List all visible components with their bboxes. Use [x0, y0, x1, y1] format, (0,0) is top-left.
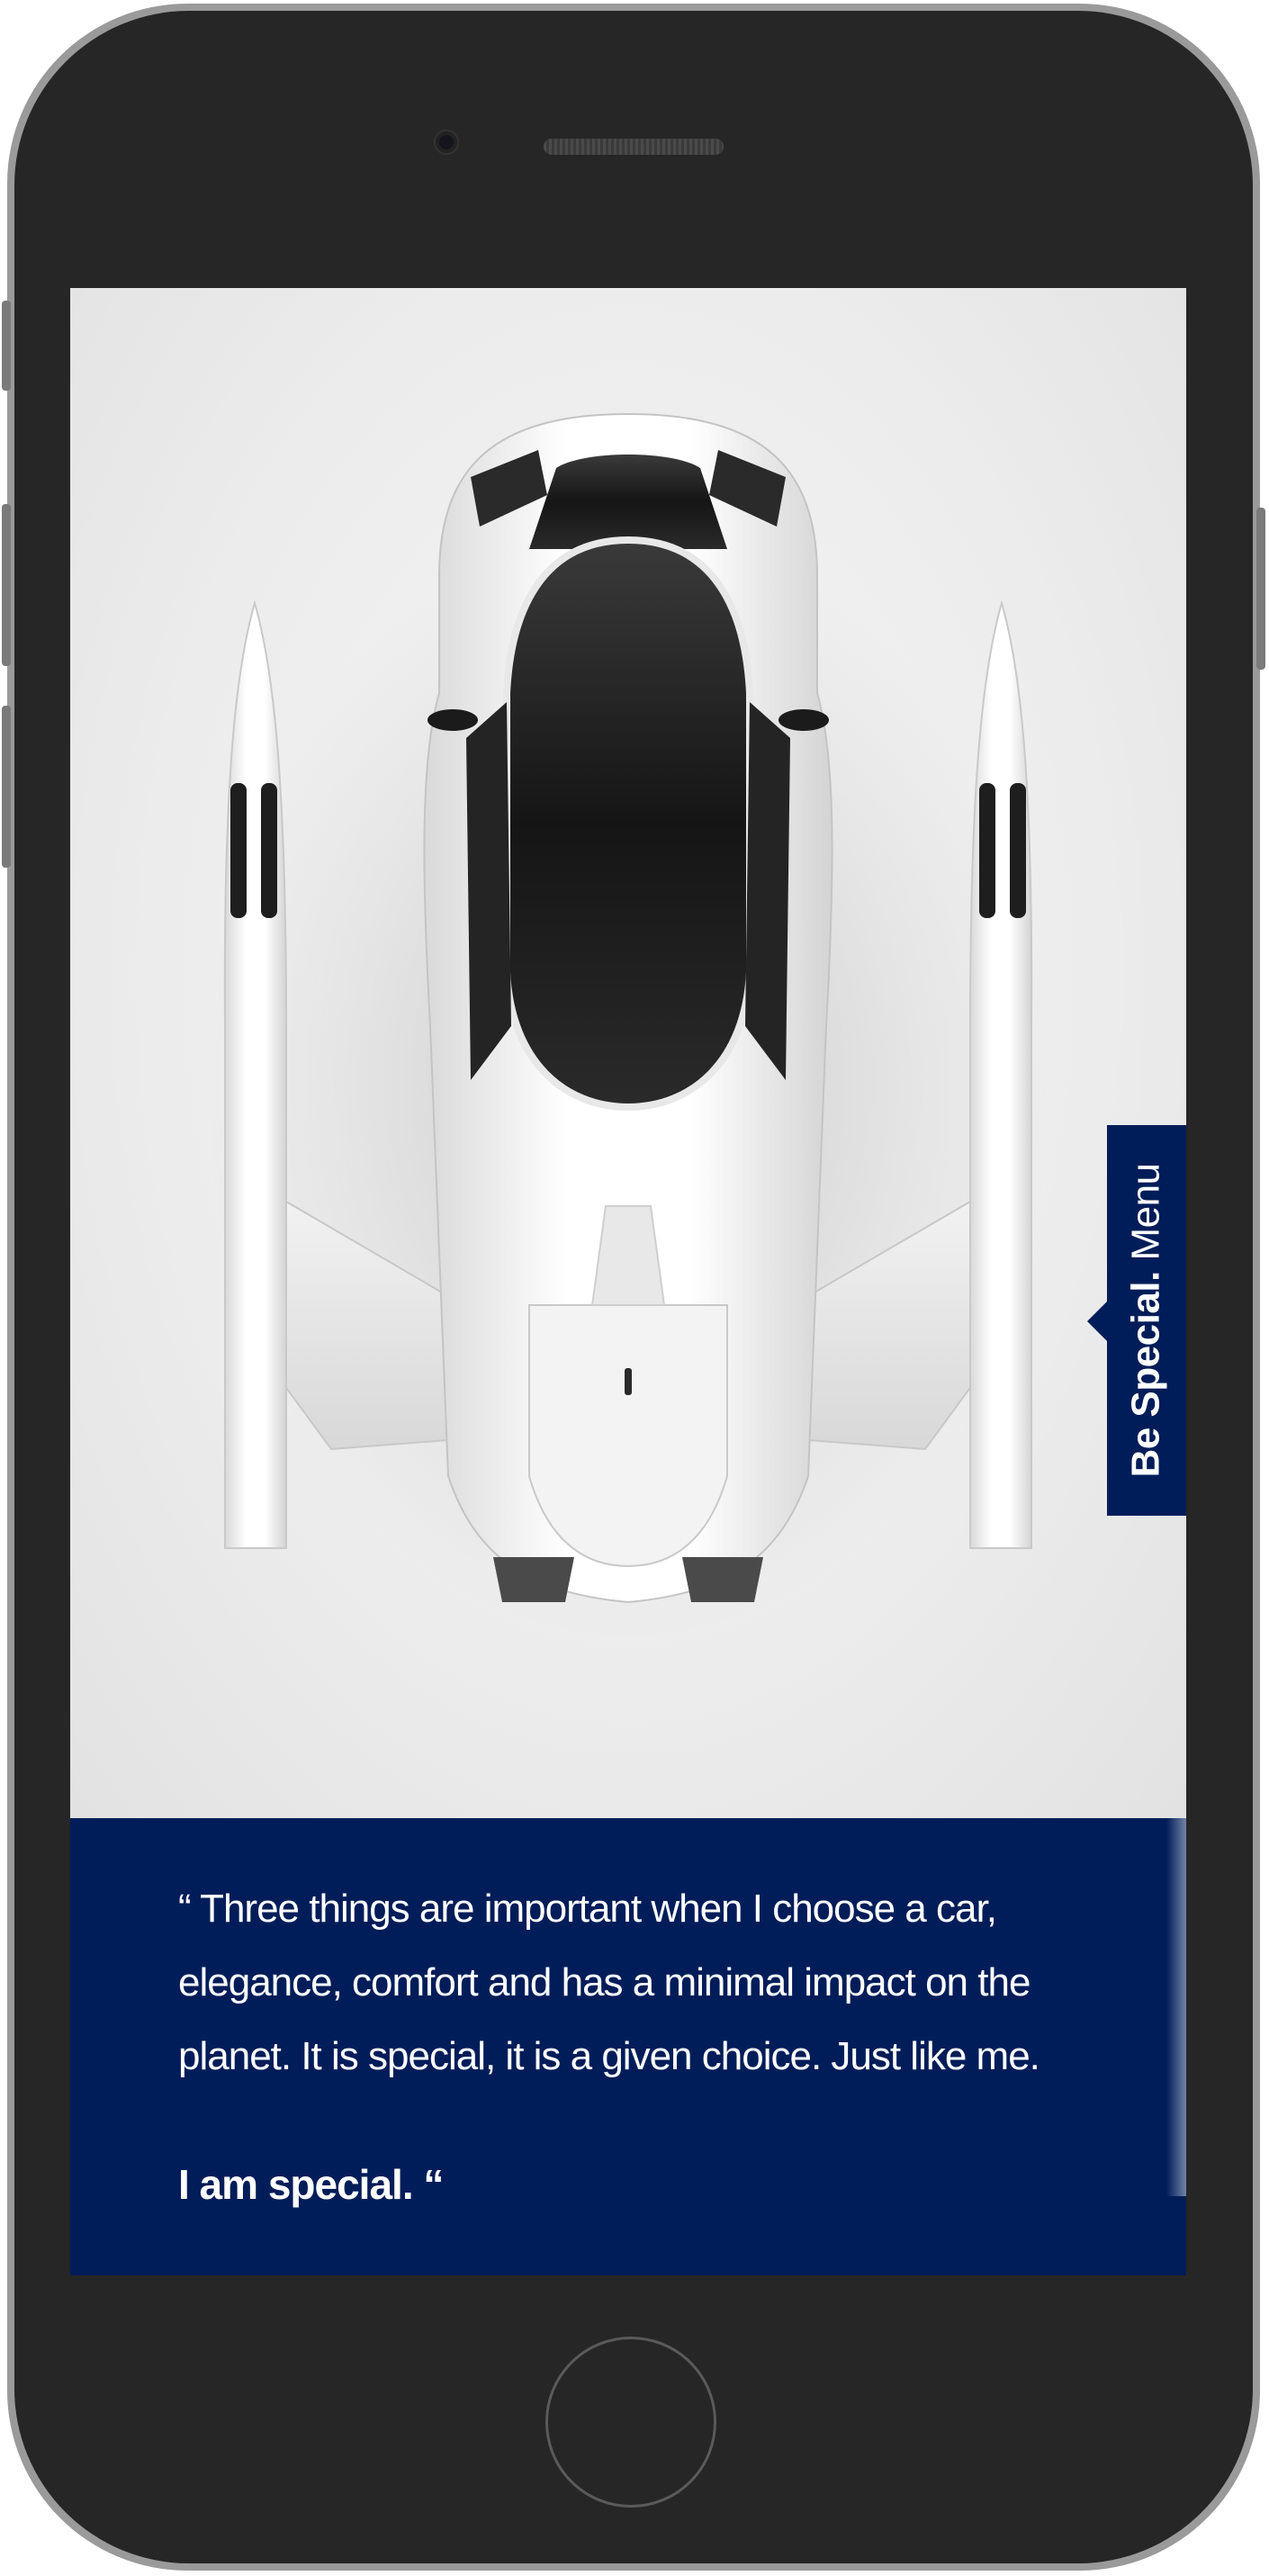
menu-label: Menu	[1124, 1163, 1168, 1261]
flying-car-illustration	[205, 412, 1051, 1638]
quote-text: “ Three things are important when I choo…	[178, 1887, 1040, 2078]
menu-tab-label[interactable]: Be Special. Menu	[1124, 1163, 1169, 1477]
quote-signoff: I am special. “	[178, 2161, 444, 2208]
volume-up-button	[2, 504, 11, 666]
triangle-left-icon	[1087, 1302, 1107, 1341]
power-button	[1256, 508, 1265, 670]
front-camera	[436, 131, 457, 153]
menu-tab[interactable]: Be Special. Menu	[1087, 1125, 1186, 1516]
menu-brand-label: Be Special.	[1124, 1271, 1168, 1478]
mute-switch	[2, 301, 11, 391]
volume-down-button	[2, 706, 11, 868]
earpiece-speaker	[544, 139, 724, 155]
hero-image: Be Special. Menu	[70, 288, 1186, 1818]
home-button[interactable]	[545, 2337, 716, 2508]
quote-edge-highlight	[1166, 1818, 1186, 2196]
quote-section: “ Three things are important when I choo…	[70, 1818, 1186, 2275]
app-screen: Be Special. Menu “ Three things are impo…	[70, 288, 1186, 2275]
